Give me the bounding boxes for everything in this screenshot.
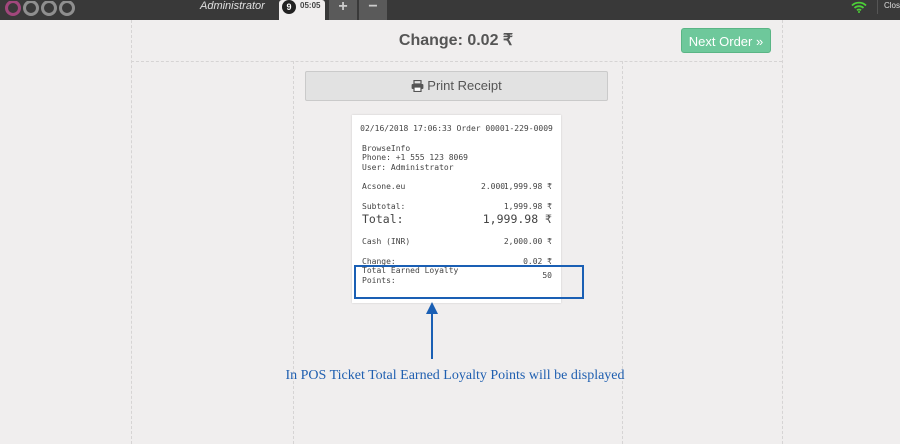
receipt-line-product: Acsone.eu <box>362 182 406 191</box>
printer-icon <box>411 79 424 92</box>
receipt-line-price: 1,999.98 ₹ <box>503 182 552 191</box>
next-order-button[interactable]: Next Order » <box>681 28 771 53</box>
annotation-arrow-icon <box>426 302 438 359</box>
order-time: 05:05 <box>300 1 321 10</box>
remove-order-button[interactable]: − <box>359 0 387 20</box>
order-number-badge: 9 <box>282 0 296 14</box>
receipt-payment-label: Cash (INR) <box>362 237 411 246</box>
receipt-phone: Phone: +1 555 123 8069 <box>362 153 468 162</box>
receipt-line-qty: 2.000 <box>481 182 506 191</box>
close-button[interactable]: Close <box>877 0 900 14</box>
loyalty-highlight-box <box>354 265 584 299</box>
receipt-header: 02/16/2018 17:06:33 Order 00001-229-0009 <box>360 124 553 133</box>
print-receipt-button[interactable]: Print Receipt <box>305 71 608 101</box>
cashier-name[interactable]: Administrator <box>200 0 265 20</box>
odoo-logo <box>5 1 75 16</box>
receipt-subtotal-label: Subtotal: <box>362 202 406 211</box>
wifi-icon <box>851 1 867 13</box>
receipt-payment-value: 2,000.00 ₹ <box>503 237 552 246</box>
pos-topbar: Administrator 9 05:05 + − Close <box>0 0 900 20</box>
print-receipt-label: Print Receipt <box>427 78 502 93</box>
receipt-subtotal-value: 1,999.98 ₹ <box>503 202 552 211</box>
annotation-caption: In POS Ticket Total Earned Loyalty Point… <box>285 368 625 383</box>
receipt-total-value: 1,999.98 ₹ <box>482 212 552 226</box>
receipt-total-label: Total: <box>362 212 404 226</box>
receipt-company: BrowseInfo <box>362 144 411 153</box>
add-order-button[interactable]: + <box>329 0 357 20</box>
receipt-user: User: Administrator <box>362 163 454 172</box>
order-tab[interactable]: 9 05:05 <box>279 0 325 20</box>
